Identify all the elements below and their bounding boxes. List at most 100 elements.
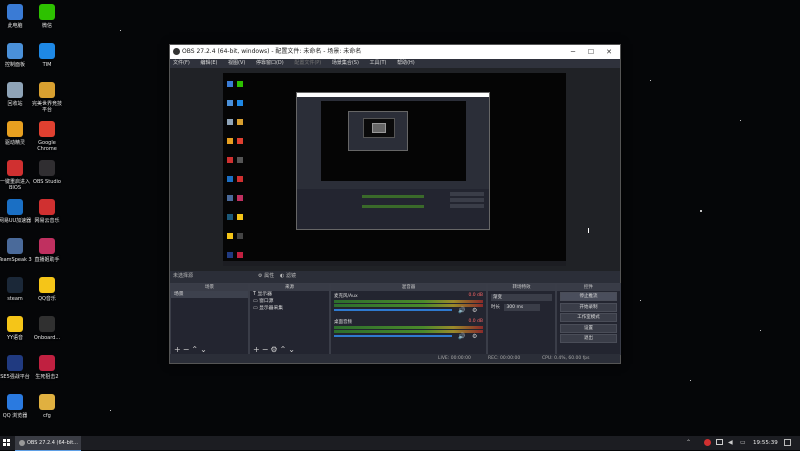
transition-select[interactable]: 渐变 (491, 294, 552, 301)
scene-item[interactable]: 场景 (171, 291, 248, 298)
maximize-icon[interactable]: ☐ (582, 45, 600, 59)
channel-name: 麦克风/Aux (334, 294, 358, 299)
settings-button[interactable]: 设置 (560, 323, 617, 333)
duration-input[interactable]: 300 ms (504, 304, 541, 311)
battery-icon[interactable] (716, 439, 723, 445)
desktop-icon[interactable]: 生死狙击2 (30, 355, 64, 380)
app-icon (7, 355, 23, 371)
add-source-icon[interactable]: + (253, 345, 262, 354)
move-down-icon[interactable]: ⌄ (288, 345, 297, 354)
desktop-icon[interactable]: 回收站 (0, 82, 32, 107)
desktop-icon-label: 驱动精灵 (4, 140, 25, 146)
app-icon (7, 238, 23, 254)
desktop-icon[interactable]: Google Chrome (30, 121, 64, 152)
properties-button[interactable]: ⚙ 属性 (258, 271, 274, 282)
gear-icon[interactable]: ⚙ (270, 345, 279, 354)
studio-mode-button[interactable]: 工作室模式 (560, 313, 617, 322)
desktop-icon-label: 网易UU加速器 (0, 218, 32, 224)
duration-label: 时长 (491, 305, 500, 310)
volume-icon[interactable]: ◀ (728, 439, 735, 446)
source-item[interactable]: ▭ 窗口源 (250, 298, 329, 305)
network-icon[interactable]: ▭ (740, 439, 747, 446)
app-icon (39, 316, 55, 332)
desktop-icon[interactable]: 此电脑 (0, 4, 32, 29)
obs-window[interactable]: OBS 27.2.4 (64-bit, windows) - 配置文件: 未命名… (169, 44, 621, 364)
desktop-icon[interactable]: TIM (30, 43, 64, 68)
clock[interactable]: 19:55:39 (753, 436, 778, 450)
desktop-icon-label: TIM (42, 62, 52, 68)
desktop-icon[interactable]: cfg (30, 394, 64, 419)
desktop-icon[interactable]: 控制面板 (0, 43, 32, 68)
menu-edit[interactable]: 编辑(E) (200, 60, 217, 66)
app-icon (7, 277, 23, 293)
move-up-icon[interactable]: ⌃ (191, 345, 200, 354)
volume-slider[interactable] (334, 335, 452, 337)
minimize-icon[interactable]: ─ (564, 45, 582, 59)
desktop-icon[interactable]: 一键重启进入BIOS (0, 160, 32, 191)
preview-canvas[interactable] (223, 73, 589, 277)
controls-dock: 控件 停止推流 开始录制 工作室模式 设置 退出 (556, 283, 621, 355)
mixer-header: 混音器 (331, 284, 486, 291)
menu-docks[interactable]: 停靠窗口(D) (256, 60, 284, 66)
desktop-icon-label: TeamSpeak 3 (0, 257, 32, 263)
speaker-icon[interactable]: 🔊 (458, 333, 465, 340)
app-icon (7, 199, 23, 215)
sources-header: 来源 (250, 284, 329, 291)
source-toolbar: 未选择源 ⚙ 属性 ◐ 滤镜 (170, 271, 620, 282)
add-scene-icon[interactable]: + (174, 345, 183, 354)
source-item[interactable]: T 显示器 (250, 291, 329, 298)
app-icon (7, 43, 23, 59)
chevron-up-icon[interactable]: ⌃ (686, 439, 693, 446)
move-down-icon[interactable]: ⌄ (200, 345, 209, 354)
menu-bar: 文件(F) 编辑(E) 视图(V) 停靠窗口(D) 配置文件(P) 场景集合(S… (170, 59, 620, 68)
move-up-icon[interactable]: ⌃ (280, 345, 289, 354)
desktop-icon[interactable]: QQ音乐 (30, 277, 64, 302)
desktop-icon[interactable]: QQ 浏览器 (0, 394, 32, 419)
gear-icon[interactable]: ⚙ (472, 307, 477, 314)
desktop-icon[interactable]: TeamSpeak 3 (0, 238, 32, 263)
menu-scene-collection[interactable]: 场景集合(S) (332, 60, 359, 66)
nested-desktop-icons (225, 75, 249, 277)
microphone-icon[interactable] (704, 439, 711, 446)
menu-tools[interactable]: 工具(T) (370, 60, 387, 66)
volume-slider[interactable] (334, 309, 452, 311)
title-bar[interactable]: OBS 27.2.4 (64-bit, windows) - 配置文件: 未命名… (170, 45, 620, 59)
menu-help[interactable]: 帮助(H) (397, 60, 415, 66)
desktop-icon[interactable]: YY语音 (0, 316, 32, 341)
desktop-icon-label: QQ音乐 (38, 296, 56, 302)
desktop-icon-label: 网易云音乐 (34, 218, 60, 224)
windows-start-icon[interactable] (3, 439, 10, 446)
exit-button[interactable]: 退出 (560, 334, 617, 343)
desktop-icon[interactable]: Onboard... (30, 316, 64, 341)
gear-icon[interactable]: ⚙ (472, 333, 477, 340)
source-item[interactable]: ▭ 显示器采集 (250, 305, 329, 312)
desktop-icon-label: cfg (43, 413, 51, 419)
desktop-icon[interactable]: SE5强战平台 (0, 355, 32, 380)
close-icon[interactable]: ✕ (600, 45, 618, 59)
preview-area[interactable] (170, 68, 620, 277)
app-icon (39, 277, 55, 293)
window-title: OBS 27.2.4 (64-bit, windows) - 配置文件: 未命名… (182, 48, 362, 55)
channel-db: 0.0 dB (468, 293, 483, 298)
menu-profile[interactable]: 配置文件(P) (294, 60, 321, 66)
desktop-icon-label: 回收站 (7, 101, 23, 107)
volume-meter (334, 326, 483, 329)
start-recording-button[interactable]: 开始录制 (560, 302, 617, 312)
taskbar-item-obs[interactable]: OBS 27.2.4 (64-bit... (15, 436, 81, 451)
desktop-icon[interactable]: 网易UU加速器 (0, 199, 32, 224)
menu-view[interactable]: 视图(V) (228, 60, 245, 66)
notification-icon[interactable] (784, 439, 791, 446)
desktop-icon[interactable]: 完美世界竞技平台 (30, 82, 64, 113)
speaker-icon[interactable]: 🔊 (458, 307, 465, 314)
menu-file[interactable]: 文件(F) (173, 60, 190, 66)
desktop-icon[interactable]: OBS Studio (30, 160, 64, 185)
desktop-icon[interactable]: 驱动精灵 (0, 121, 32, 146)
app-icon (39, 394, 55, 410)
desktop-icon-label: 微信 (41, 23, 52, 29)
desktop-icon[interactable]: steam (0, 277, 32, 302)
desktop-icon[interactable]: 网易云音乐 (30, 199, 64, 224)
desktop-icon[interactable]: 微信 (30, 4, 64, 29)
filters-button[interactable]: ◐ 滤镜 (280, 271, 296, 282)
stop-streaming-button[interactable]: 停止推流 (560, 292, 617, 301)
desktop-icon[interactable]: 直播姬助手 (30, 238, 64, 263)
